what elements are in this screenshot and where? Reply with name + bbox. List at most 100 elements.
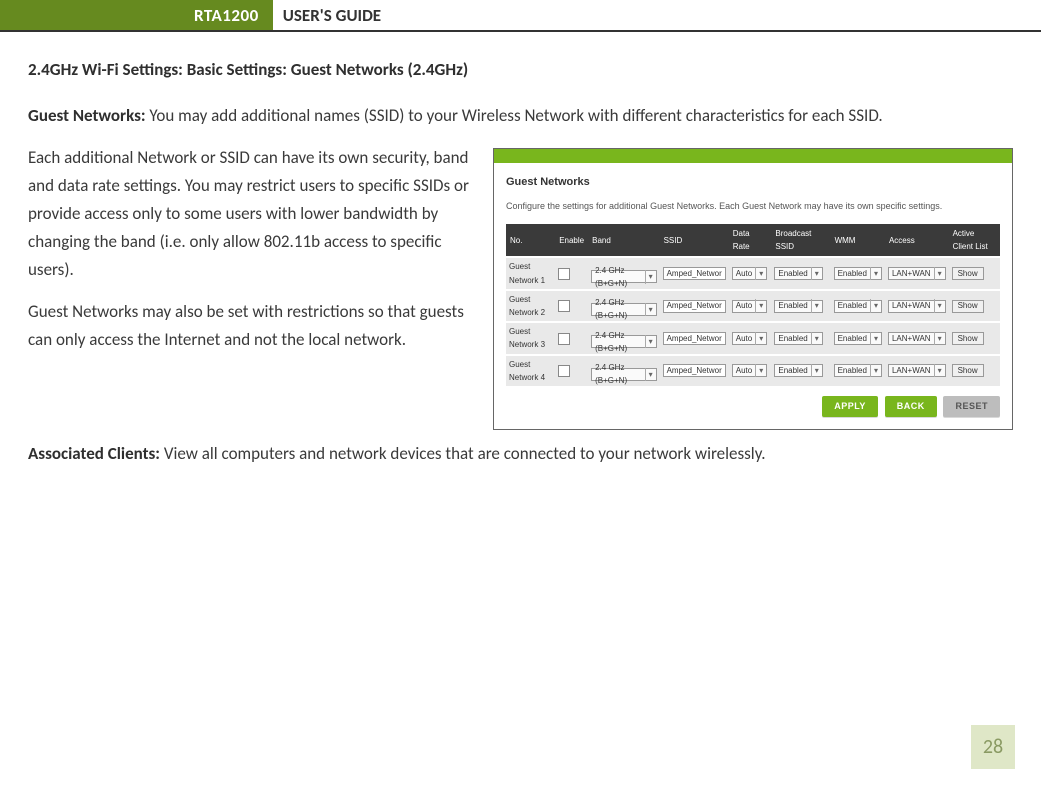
table-row: Guest Network 3 2.4 GHz (B+G+N)▾ Amped_Net…: [506, 322, 1000, 354]
cell-wmm-value: Enabled: [838, 267, 867, 280]
table-row: Guest Network 4 2.4 GHz (B+G+N)▾ Amped_Net…: [506, 355, 1000, 386]
th-enable: Enable: [555, 224, 588, 257]
th-ssid: SSID: [660, 224, 729, 257]
cell-clientlist-button[interactable]: Show: [952, 364, 984, 377]
cell-datarate-select[interactable]: Auto▾: [732, 332, 767, 345]
cell-wmm-select[interactable]: Enabled▾: [834, 300, 882, 313]
cell-wmm: Enabled▾: [831, 355, 885, 386]
chevron-down-icon: ▾: [870, 299, 878, 312]
cell-clientlist-button[interactable]: Show: [952, 332, 984, 345]
reset-button[interactable]: RESET: [943, 396, 1000, 417]
chevron-down-icon: ▾: [934, 332, 942, 345]
cell-access: LAN+WAN▾: [885, 355, 949, 386]
cell-access-select[interactable]: LAN+WAN▾: [888, 300, 946, 313]
chevron-down-icon: ▾: [934, 267, 942, 280]
cell-access-select[interactable]: LAN+WAN▾: [888, 364, 946, 377]
cell-datarate-value: Auto: [736, 332, 752, 345]
cell-datarate-value: Auto: [736, 267, 752, 280]
cell-wmm-value: Enabled: [838, 299, 867, 312]
enable-checkbox[interactable]: [558, 365, 570, 377]
chevron-down-icon: ▾: [870, 332, 878, 345]
cell-wmm: Enabled▾: [831, 257, 885, 289]
cell-access-select[interactable]: LAN+WAN▾: [888, 332, 946, 345]
cell-wmm-select[interactable]: Enabled▾: [834, 332, 882, 345]
cell-datarate-value: Auto: [736, 299, 752, 312]
cell-broadcast-value: Enabled: [778, 299, 807, 312]
cell-datarate-value: Auto: [736, 364, 752, 377]
cell-ssid: Amped_Networ: [660, 322, 729, 354]
cell-ssid-input[interactable]: Amped_Networ: [663, 364, 726, 377]
cell-ssid: Amped_Networ: [660, 290, 729, 322]
cell-band-select[interactable]: 2.4 GHz (B+G+N)▾: [591, 335, 656, 348]
th-band: Band: [588, 224, 659, 257]
cell-ssid: Amped_Networ: [660, 355, 729, 386]
table-row: Guest Network 12.4 GHz (B+G+N)▾Amped_Net…: [506, 257, 1000, 289]
chevron-down-icon: ▾: [645, 270, 653, 283]
cell-access-value: LAN+WAN: [892, 299, 931, 312]
config-panel-screenshot: Guest Networks Configure the settings fo…: [493, 148, 1013, 430]
cell-wmm-select[interactable]: Enabled▾: [834, 267, 882, 280]
cell-access-value: LAN+WAN: [892, 267, 931, 280]
cell-no: Guest Network 3: [506, 322, 555, 354]
cell-clientlist: Show: [949, 290, 1000, 322]
cell-wmm-select[interactable]: Enabled▾: [834, 364, 882, 377]
cell-datarate-select[interactable]: Auto▾: [732, 267, 767, 280]
table-row: Guest Network 22.4 GHz (B+G+N)▾Amped_Net…: [506, 290, 1000, 322]
chevron-down-icon: ▾: [811, 332, 819, 345]
chevron-down-icon: ▾: [645, 335, 653, 348]
cell-access: LAN+WAN▾: [885, 290, 949, 322]
back-button[interactable]: BACK: [885, 396, 937, 417]
cell-broadcast-select[interactable]: Enabled ▾: [774, 267, 822, 280]
cell-broadcast: Enabled▾: [771, 322, 830, 354]
cell-band-select[interactable]: 2.4 GHz (B+G+N)▾: [591, 270, 656, 283]
cell-broadcast-select[interactable]: Enabled ▾: [774, 300, 822, 313]
th-access: Access: [885, 224, 949, 257]
header-accent-bar: [0, 0, 180, 30]
enable-checkbox[interactable]: [558, 268, 570, 280]
apply-button[interactable]: APPLY: [822, 396, 878, 417]
cell-clientlist-button[interactable]: Show: [952, 300, 984, 313]
cell-ssid-input[interactable]: Amped_Networ: [663, 332, 726, 345]
page-content: 2.4GHz Wi-Fi Settings: Basic Settings: G…: [0, 32, 1041, 492]
chevron-down-icon: ▾: [755, 299, 763, 312]
cell-no: Guest Network 4: [506, 355, 555, 386]
cell-broadcast-select[interactable]: Enabled▾: [774, 332, 822, 345]
cell-access-value: LAN+WAN: [892, 332, 931, 345]
cell-broadcast: Enabled▾: [771, 355, 830, 386]
cell-broadcast-value: Enabled: [778, 267, 807, 280]
page-number: 28: [971, 725, 1015, 769]
para-rest-assoc: View all computers and network devices t…: [160, 443, 766, 464]
panel-button-row: APPLY BACK RESET: [506, 386, 1000, 417]
cell-broadcast-select[interactable]: Enabled▾: [774, 364, 822, 377]
enable-checkbox[interactable]: [558, 300, 570, 312]
cell-clientlist: Show: [949, 355, 1000, 386]
cell-wmm-value: Enabled: [838, 364, 867, 377]
cell-access: LAN+WAN▾: [885, 257, 949, 289]
chevron-down-icon: ▾: [934, 364, 942, 377]
cell-band-select[interactable]: 2.4 GHz (B+G+N)▾: [591, 303, 656, 316]
chevron-down-icon: ▾: [811, 267, 819, 280]
chevron-down-icon: ▾: [755, 364, 763, 377]
cell-enable: [555, 355, 588, 386]
cell-band: 2.4 GHz (B+G+N) ▾: [588, 290, 659, 322]
header-title: USER'S GUIDE: [273, 0, 391, 30]
chevron-down-icon: ▾: [811, 364, 819, 377]
cell-band: 2.4 GHz (B+G+N)▾: [588, 322, 659, 354]
cell-clientlist: Show: [949, 322, 1000, 354]
chevron-down-icon: ▾: [645, 303, 653, 316]
cell-clientlist-button[interactable]: Show: [952, 267, 984, 280]
cell-access-select[interactable]: LAN+WAN▾: [888, 267, 946, 280]
cell-enable: [555, 257, 588, 289]
cell-ssid-input[interactable]: Amped_Networ: [663, 300, 726, 313]
cell-ssid-input[interactable]: Amped_Networ: [663, 267, 726, 280]
guest-networks-table: No. Enable Band SSID Data Rate Broadcast…: [506, 224, 1000, 386]
doc-header: RTA1200 USER'S GUIDE: [0, 0, 1041, 32]
cell-datarate-select[interactable]: Auto▾: [732, 300, 767, 313]
cell-datarate: Auto▾: [729, 257, 772, 289]
chevron-down-icon: ▾: [811, 299, 819, 312]
cell-datarate-select[interactable]: Auto▾: [732, 364, 767, 377]
para-associated-clients: Associated Clients: View all computers a…: [28, 440, 1013, 468]
cell-band-value: 2.4 GHz (B+G+N): [595, 296, 641, 322]
cell-band-select[interactable]: 2.4 GHz (B+G+N)▾: [591, 368, 656, 381]
enable-checkbox[interactable]: [558, 333, 570, 345]
